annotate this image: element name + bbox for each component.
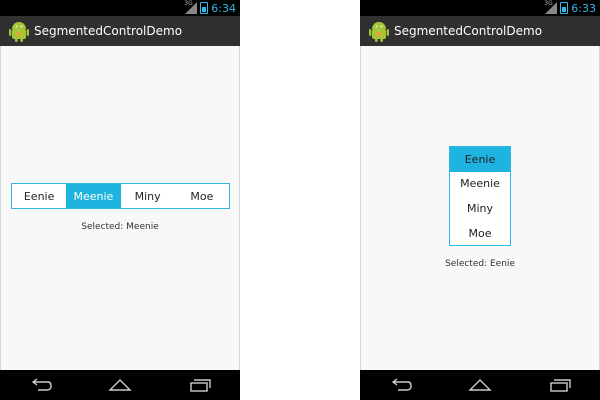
home-icon[interactable] (106, 376, 134, 394)
segmented-control-horizontal: Eenie Meenie Miny Moe (11, 183, 230, 209)
android-icon[interactable] (368, 20, 390, 42)
battery-icon (200, 2, 209, 14)
back-icon[interactable] (26, 376, 54, 394)
segmented-control-vertical: Eenie Meenie Miny Moe (449, 146, 511, 247)
action-bar: SegmentedControlDemo (0, 16, 240, 46)
selected-label: Selected: Meenie (81, 222, 159, 232)
content-area: Eenie Meenie Miny Moe Selected: Meenie (0, 46, 240, 370)
segment-moe[interactable]: Moe (175, 184, 229, 208)
status-time: 6:34 (211, 1, 236, 15)
action-bar: SegmentedControlDemo (360, 16, 600, 46)
segment-miny[interactable]: Miny (450, 196, 510, 221)
content-area: Eenie Meenie Miny Moe Selected: Eenie (360, 46, 600, 370)
app-title: SegmentedControlDemo (394, 24, 543, 38)
segment-meenie[interactable]: Meenie (66, 184, 121, 208)
segment-miny[interactable]: Miny (121, 184, 175, 208)
status-indicators: 3G 6:33 (544, 0, 596, 15)
android-icon[interactable] (8, 20, 30, 42)
back-icon[interactable] (386, 376, 414, 394)
segment-eenie[interactable]: Eenie (450, 147, 510, 172)
phone-screen-horizontal: 3G 6:34 SegmentedControlDemo Eenie Meeni… (0, 0, 240, 400)
app-title: SegmentedControlDemo (34, 24, 183, 38)
phone-screen-vertical: 3G 6:33 SegmentedControlDemo Eenie Meeni… (360, 0, 600, 400)
navigation-bar (0, 370, 240, 400)
segment-eenie[interactable]: Eenie (12, 184, 66, 208)
segment-meenie[interactable]: Meenie (450, 172, 510, 197)
recent-apps-icon[interactable] (546, 376, 574, 394)
status-bar: 3G 6:34 (0, 0, 240, 16)
battery-icon (560, 2, 569, 14)
home-icon[interactable] (466, 376, 494, 394)
status-indicators: 3G 6:34 (184, 0, 236, 15)
segment-moe[interactable]: Moe (450, 221, 510, 246)
status-bar: 3G 6:33 (360, 0, 600, 16)
recent-apps-icon[interactable] (186, 376, 214, 394)
selected-label: Selected: Eenie (445, 259, 515, 269)
signal-icon: 3G (544, 0, 558, 14)
status-time: 6:33 (571, 1, 596, 15)
signal-icon: 3G (184, 0, 198, 14)
navigation-bar (360, 370, 600, 400)
